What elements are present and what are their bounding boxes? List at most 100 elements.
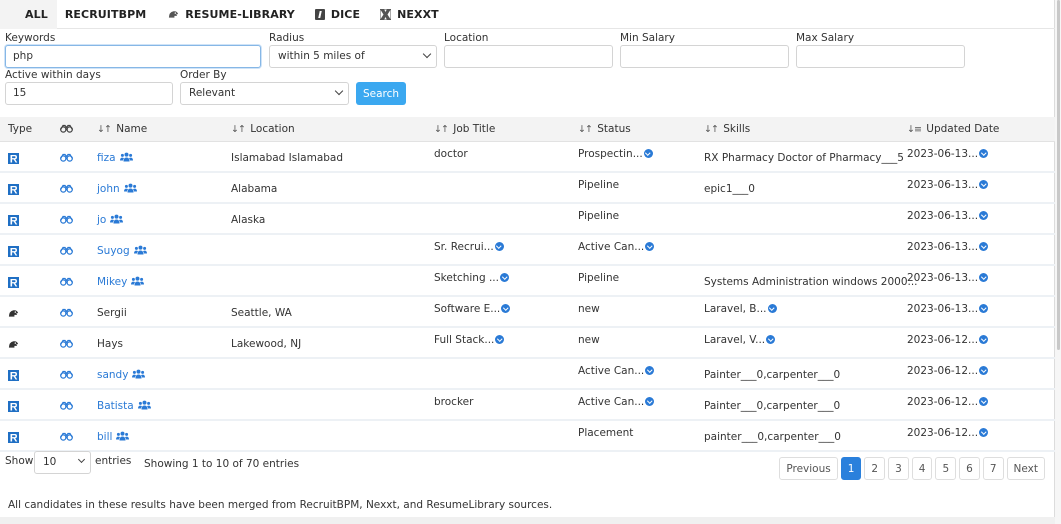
- table-row[interactable]: sandy Active Can... Painter___0,carpenter_…: [0, 359, 1055, 390]
- page-3-button[interactable]: 3: [888, 457, 909, 480]
- column-updated-date[interactable]: ↓≡ Updated Date: [907, 117, 999, 142]
- binoculars-icon[interactable]: [60, 401, 73, 410]
- page-7-button[interactable]: 7: [982, 457, 1004, 480]
- updated-date-cell: 2023-06-13...: [907, 241, 989, 253]
- expand-icon[interactable]: [643, 149, 653, 158]
- candidate-name-cell[interactable]: Mikey: [97, 276, 145, 288]
- tab-dice[interactable]: DICE: [307, 0, 368, 29]
- column-location[interactable]: ↓↑ Location: [231, 117, 295, 142]
- search-button[interactable]: Search: [356, 82, 406, 105]
- expand-icon[interactable]: [645, 397, 655, 406]
- table-row[interactable]: Mikey Sketching ... Pipeline Systems Admini…: [0, 266, 1055, 297]
- binoculars-icon[interactable]: [60, 308, 73, 317]
- expand-icon[interactable]: [499, 273, 509, 282]
- binoculars-icon[interactable]: [60, 215, 73, 224]
- table-row[interactable]: bill Placement painter___0,carpenter___0 20…: [0, 421, 1055, 452]
- expand-icon[interactable]: [979, 335, 989, 344]
- page-length-select[interactable]: 10: [34, 451, 91, 474]
- binoculars-icon[interactable]: [60, 370, 73, 379]
- page-4-button[interactable]: 4: [911, 457, 933, 480]
- expand-icon[interactable]: [979, 180, 989, 189]
- candidate-name-cell: Hays: [97, 338, 123, 350]
- binoculars-icon[interactable]: [60, 339, 73, 348]
- candidate-name-cell[interactable]: john: [97, 183, 137, 195]
- expand-icon[interactable]: [979, 366, 989, 375]
- scrollbar-thumb[interactable]: [1057, 0, 1060, 350]
- radius-select[interactable]: within 5 miles of: [269, 45, 437, 68]
- candidate-name[interactable]: john: [97, 183, 120, 195]
- location-label: Location: [444, 32, 489, 44]
- table-info: Showing 1 to 10 of 70 entries: [144, 458, 300, 470]
- candidate-name-cell[interactable]: fiza: [97, 152, 133, 164]
- expand-icon[interactable]: [494, 242, 504, 251]
- expand-icon[interactable]: [979, 428, 989, 437]
- group-icon: [110, 214, 124, 224]
- location-cell: Alabama: [231, 183, 278, 195]
- candidate-name-cell[interactable]: sandy: [97, 369, 146, 381]
- job-title-text: Software E...: [434, 303, 501, 315]
- table-row[interactable]: Batista brocker Active Can... Painter___0,c…: [0, 390, 1055, 421]
- binoculars-icon[interactable]: [60, 184, 73, 193]
- expand-icon[interactable]: [766, 335, 776, 344]
- page-1-button[interactable]: 1: [840, 457, 862, 480]
- tab-nexxt[interactable]: NEXXT: [372, 0, 447, 29]
- table-row[interactable]: Hays Lakewood, NJ Full Stack... new Laravel,…: [0, 328, 1055, 359]
- recruitbpm-icon: [8, 184, 19, 198]
- table-row[interactable]: fiza Islamabad Islamabad doctor Prospectin.…: [0, 142, 1055, 173]
- min-salary-input[interactable]: [620, 45, 789, 68]
- tab-all[interactable]: ALL: [0, 0, 57, 29]
- skills-text: Laravel, B...: [704, 303, 767, 315]
- table-row[interactable]: Sergii Seattle, WA Software E... new Laravel…: [0, 297, 1055, 328]
- table-row[interactable]: jo Alaska Pipeline 2023-06-13...: [0, 204, 1055, 235]
- expand-icon[interactable]: [979, 242, 989, 251]
- candidate-name[interactable]: jo: [97, 214, 106, 226]
- status-text: new: [578, 334, 600, 346]
- next-button[interactable]: Next: [1006, 457, 1045, 480]
- candidate-name-cell[interactable]: Suyog: [97, 245, 147, 257]
- sort-icon: ↓↑: [231, 124, 246, 135]
- expand-icon[interactable]: [645, 242, 655, 251]
- column-skills[interactable]: ↓↑ Skills: [704, 117, 750, 142]
- candidate-name-cell[interactable]: Batista: [97, 400, 151, 412]
- expand-icon[interactable]: [501, 304, 511, 313]
- tab-resume-library[interactable]: RESUME-LIBRARY: [160, 0, 303, 29]
- resume-library-icon: [8, 339, 19, 352]
- candidate-name[interactable]: fiza: [97, 152, 116, 164]
- expand-icon[interactable]: [979, 304, 989, 313]
- max-salary-input[interactable]: [796, 45, 965, 68]
- binoculars-icon[interactable]: [60, 153, 73, 162]
- page-5-button[interactable]: 5: [935, 457, 957, 480]
- page-6-button[interactable]: 6: [959, 457, 980, 480]
- candidate-name-cell[interactable]: jo: [97, 214, 124, 226]
- expand-icon[interactable]: [495, 335, 505, 344]
- sort-icon: ↓↑: [578, 124, 593, 135]
- order-by-select[interactable]: Relevant: [180, 82, 349, 105]
- column-status[interactable]: ↓↑ Status: [578, 117, 631, 142]
- expand-icon[interactable]: [979, 273, 989, 282]
- status-cell: Placement: [578, 427, 633, 439]
- active-days-input[interactable]: 15: [5, 82, 173, 105]
- tab-recruitbpm[interactable]: RECRUITBPM: [57, 0, 154, 29]
- candidate-name[interactable]: Mikey: [97, 276, 127, 288]
- candidate-name[interactable]: sandy: [97, 369, 128, 381]
- column-job-title[interactable]: ↓↑ Job Title: [434, 117, 495, 142]
- expand-icon[interactable]: [979, 149, 989, 158]
- candidate-name[interactable]: bill: [97, 431, 112, 443]
- binoculars-icon[interactable]: [60, 246, 73, 255]
- column-name[interactable]: ↓↑ Name: [97, 117, 147, 142]
- candidate-name[interactable]: Batista: [97, 400, 134, 412]
- expand-icon[interactable]: [645, 366, 655, 375]
- page-2-button[interactable]: 2: [864, 457, 886, 480]
- previous-button[interactable]: Previous: [779, 457, 838, 480]
- binoculars-icon[interactable]: [60, 432, 73, 441]
- keywords-input[interactable]: php: [5, 45, 261, 68]
- candidate-name-cell[interactable]: bill: [97, 431, 130, 443]
- expand-icon[interactable]: [979, 397, 989, 406]
- location-input[interactable]: [444, 45, 613, 68]
- expand-icon[interactable]: [979, 211, 989, 220]
- binoculars-icon[interactable]: [60, 277, 73, 286]
- table-row[interactable]: john Alabama Pipeline epic1___0 2023-06-13..…: [0, 173, 1055, 204]
- table-row[interactable]: Suyog Sr. Recrui... Active Can... 2023-06-1…: [0, 235, 1055, 266]
- candidate-name[interactable]: Suyog: [97, 245, 130, 257]
- expand-icon[interactable]: [767, 304, 777, 313]
